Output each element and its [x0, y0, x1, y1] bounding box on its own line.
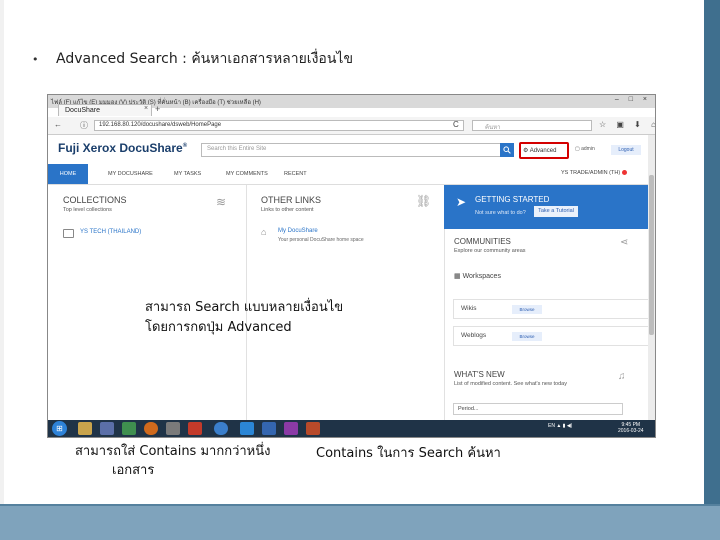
slide-frame-bottom	[0, 506, 720, 540]
docushare-logo: Fuji Xerox DocuShare®	[58, 141, 188, 155]
whats-new-title: WHAT'S NEW	[454, 370, 505, 379]
folder-icon	[63, 229, 74, 238]
slide-left-edge	[0, 0, 4, 510]
windows-taskbar: ⊞ EN ▲ ▮ ◀) 9:45 PM 2016-03-24	[48, 420, 655, 437]
send-icon: ➤	[456, 195, 467, 209]
search-icon[interactable]	[500, 143, 514, 157]
nav-recent[interactable]: RECENT	[284, 164, 307, 184]
advanced-annotation: สามารถ Search แบบหลายเงื่อนไข โดยการกดปุ…	[145, 300, 344, 335]
system-tray[interactable]: EN ▲ ▮ ◀)	[548, 423, 572, 429]
app-icon[interactable]	[166, 422, 180, 435]
taskbar-clock[interactable]: 9:45 PM 2016-03-24	[618, 422, 644, 434]
bullet-mark: •	[32, 53, 39, 66]
slide-frame-right	[704, 0, 720, 540]
layers-icon: ≋	[216, 195, 227, 209]
browser-search-input[interactable]: ค้นหา	[472, 120, 592, 131]
chrome-app-icon[interactable]	[214, 422, 228, 435]
explorer-app-icon[interactable]	[78, 422, 92, 435]
nav-home[interactable]: HOME	[48, 164, 88, 184]
whats-new-subtitle: List of modified content. See what's new…	[454, 381, 567, 387]
slide-heading: Advanced Search : ค้นหาเอกสารหลายเงื่อนไ…	[56, 51, 354, 67]
communities-title: COMMUNITIES	[454, 237, 511, 246]
info-icon[interactable]: ⓘ	[80, 120, 88, 131]
outlook-app-icon[interactable]	[262, 422, 276, 435]
getting-started-banner: ➤ GETTING STARTED Not sure what to do? T…	[444, 185, 655, 229]
window-controls[interactable]: – □ ×	[615, 96, 651, 103]
period-select[interactable]: Period...	[453, 403, 623, 415]
workspace-row-wikis[interactable]: Wikis Browse	[453, 299, 651, 319]
workspace-label: Weblogs	[461, 332, 487, 339]
start-button[interactable]: ⊞	[52, 421, 67, 436]
browse-chip[interactable]: Browse	[512, 305, 542, 314]
my-docushare-link[interactable]: My DocuShare	[278, 228, 318, 234]
browse-chip[interactable]: Browse	[512, 332, 542, 341]
workspace-icon: ▦	[454, 273, 463, 280]
advanced-search-button[interactable]: ⚙ Advanced	[519, 142, 569, 159]
take-tutorial-button[interactable]: Take a Tutorial	[534, 206, 578, 217]
user-menu[interactable]: ▢ admin	[575, 146, 595, 152]
nav-my-comments[interactable]: MY COMMENTS	[226, 164, 268, 184]
nav-my-docushare[interactable]: MY DOCUSHARE	[108, 164, 153, 184]
main-nav: HOME MY DOCUSHARE MY TASKS MY COMMENTS R…	[48, 164, 655, 185]
url-input[interactable]: 192.168.80.120/docushare/dsweb/HomePage	[94, 120, 464, 131]
page-scrollbar[interactable]	[648, 135, 655, 420]
getting-started-subtitle: Not sure what to do?	[475, 210, 526, 216]
toolbar-icons[interactable]: ☆ ▣ ⬇ ⌂ ≡	[599, 120, 655, 129]
my-docushare-desc: Your personal DocuShare home space	[278, 237, 364, 243]
firefox-app-icon[interactable]	[144, 422, 158, 435]
contains-annotation-right: Contains ในการ Search ค้นหา	[316, 446, 501, 461]
other-links-title: OTHER LINKS	[261, 195, 322, 205]
collections-subtitle: Top level collections	[63, 207, 112, 213]
collections-title: COLLECTIONS	[63, 195, 127, 205]
acrobat-app-icon[interactable]	[188, 422, 202, 435]
contains-annotation: สามารถใส่ Contains มากกว่าหนึ่ง เอกสาร	[75, 444, 271, 478]
excel-app-icon[interactable]	[122, 422, 136, 435]
workspace-row-weblogs[interactable]: Weblogs Browse	[453, 326, 651, 346]
collection-item[interactable]: YS TECH (THAILAND)	[80, 229, 141, 235]
home-icon: ⌂	[261, 227, 267, 237]
nav-my-tasks[interactable]: MY TASKS	[174, 164, 201, 184]
site-search-input[interactable]: Search this Entire Site	[201, 143, 509, 157]
logout-button[interactable]: Logout	[611, 145, 641, 155]
back-icon[interactable]: ←	[54, 120, 62, 129]
tab-close-icon[interactable]: ×	[144, 105, 148, 112]
address-bar-row: ← ⓘ 192.168.80.120/docushare/dsweb/HomeP…	[48, 117, 655, 135]
browser-tab[interactable]: DocuShare	[58, 104, 152, 116]
other-links-subtitle: Links to other content	[261, 207, 314, 213]
new-tab-icon[interactable]: +	[155, 104, 160, 114]
ie-app-icon[interactable]	[240, 422, 254, 435]
workspace-label: Wikis	[461, 305, 477, 312]
browser-screenshot: ไฟล์ (F) แก้ไข (E) มุมมอง (V) ประวัติ (S…	[47, 94, 656, 438]
getting-started-title: GETTING STARTED	[475, 195, 550, 204]
nav-account[interactable]: YS TRADE/ADMIN (TH)	[561, 170, 628, 176]
powerpoint-app-icon[interactable]	[306, 422, 320, 435]
communities-subtitle: Explore our community areas	[454, 248, 526, 254]
scrollbar-thumb[interactable]	[649, 175, 654, 335]
word-app-icon[interactable]	[100, 422, 114, 435]
notification-badge	[622, 170, 628, 176]
share-icon: ⋖	[620, 237, 629, 248]
onenote-app-icon[interactable]	[284, 422, 298, 435]
workspaces-heading: ▦ Workspaces	[454, 273, 501, 280]
reload-icon[interactable]: C	[453, 120, 459, 129]
link-icon: ⛓	[416, 194, 432, 208]
bell-icon: ♫	[618, 371, 626, 382]
